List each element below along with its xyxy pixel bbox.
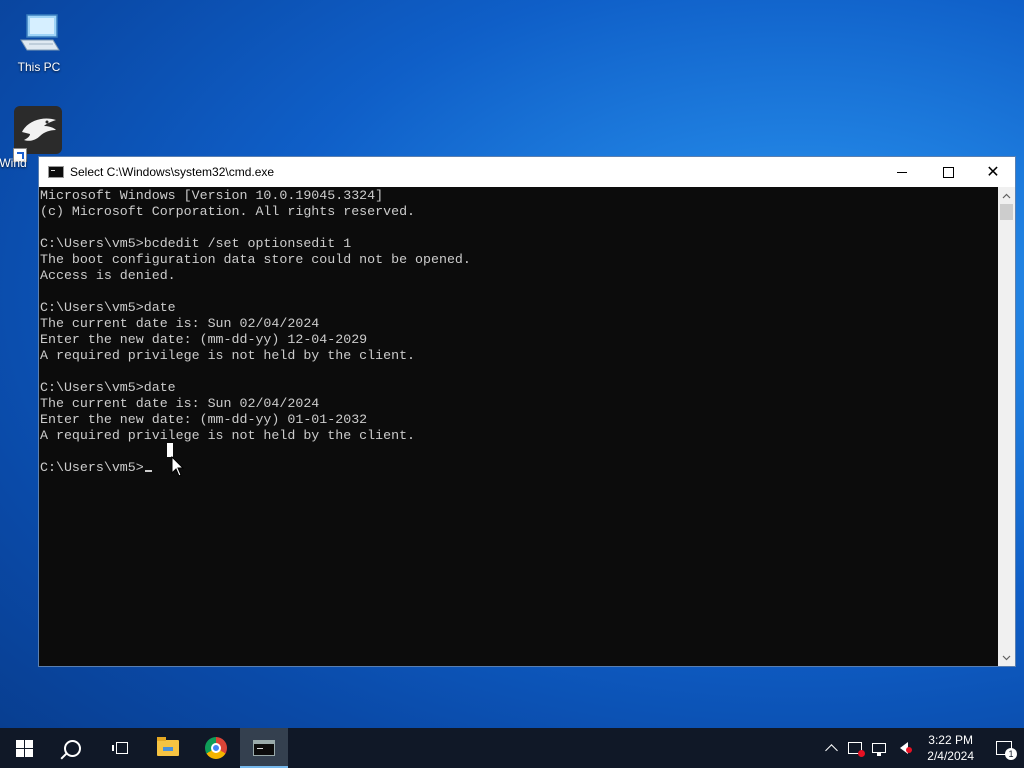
chevron-down-icon bbox=[1002, 655, 1011, 660]
console-line: C:\Users\vm5>date bbox=[40, 380, 176, 395]
close-icon: ✕ bbox=[986, 162, 1000, 181]
mouse-pointer-icon bbox=[171, 456, 185, 477]
vertical-scrollbar[interactable] bbox=[998, 187, 1015, 666]
folder-icon bbox=[157, 737, 179, 756]
cmd-icon bbox=[48, 166, 64, 178]
monitor-icon bbox=[872, 743, 887, 756]
console-line: The current date is: Sun 02/04/2024 bbox=[40, 396, 320, 411]
file-explorer-button[interactable] bbox=[144, 728, 192, 768]
clock-time: 3:22 PM bbox=[928, 733, 973, 747]
console-line: The current date is: Sun 02/04/2024 bbox=[40, 316, 320, 331]
search-button[interactable] bbox=[48, 728, 96, 768]
start-button[interactable] bbox=[0, 728, 48, 768]
console-line: C:\Users\vm5>bcdedit /set optionsedit 1 bbox=[40, 236, 352, 251]
system-tray: 3:22 PM 2/4/2024 1 bbox=[819, 728, 1024, 768]
prompt-text: C:\Users\vm5> bbox=[40, 460, 144, 475]
cmd-window[interactable]: Select C:\Windows\system32\cmd.exe ✕ Mic… bbox=[38, 156, 1016, 667]
taskbar: 3:22 PM 2/4/2024 1 bbox=[0, 728, 1024, 768]
console-line: C:\Users\vm5>date bbox=[40, 300, 176, 315]
computer-icon bbox=[15, 10, 63, 58]
display-button[interactable] bbox=[867, 728, 891, 768]
text-cursor-block bbox=[167, 443, 173, 457]
maximize-button[interactable] bbox=[925, 157, 971, 187]
task-view-icon bbox=[112, 741, 128, 755]
clock[interactable]: 3:22 PM 2/4/2024 bbox=[917, 728, 984, 768]
minimize-icon bbox=[897, 171, 907, 173]
scroll-thumb[interactable] bbox=[1000, 204, 1013, 220]
window-title: Select C:\Windows\system32\cmd.exe bbox=[70, 165, 275, 179]
console-line: Microsoft Windows [Version 10.0.19045.33… bbox=[40, 188, 384, 203]
close-button[interactable]: ✕ bbox=[970, 157, 1016, 187]
cmd-button[interactable] bbox=[240, 728, 288, 768]
notification-count-badge: 1 bbox=[1005, 748, 1017, 760]
volume-button[interactable] bbox=[891, 728, 917, 768]
title-bar[interactable]: Select C:\Windows\system32\cmd.exe ✕ bbox=[39, 157, 1015, 187]
console-line: Access is denied. bbox=[40, 268, 176, 283]
chevron-up-icon bbox=[1002, 193, 1011, 198]
chrome-button[interactable] bbox=[192, 728, 240, 768]
speaker-muted-icon bbox=[900, 742, 913, 754]
cmd-icon bbox=[253, 740, 275, 756]
notification-icon: 1 bbox=[996, 741, 1017, 760]
network-status-button[interactable] bbox=[843, 728, 867, 768]
console-line: A required privilege is not held by the … bbox=[40, 428, 416, 443]
show-hidden-icons-button[interactable] bbox=[819, 728, 843, 768]
network-error-icon bbox=[848, 742, 866, 757]
console-output[interactable]: Microsoft Windows [Version 10.0.19045.33… bbox=[39, 187, 999, 666]
action-center-button[interactable]: 1 bbox=[984, 728, 1024, 768]
scroll-up-button[interactable] bbox=[998, 187, 1015, 204]
maximize-icon bbox=[942, 166, 954, 178]
console-line: (c) Microsoft Corporation. All rights re… bbox=[40, 204, 416, 219]
console-line: Enter the new date: (mm-dd-yy) 01-01-203… bbox=[40, 412, 368, 427]
scroll-down-button[interactable] bbox=[998, 649, 1015, 666]
console-line: A required privilege is not held by the … bbox=[40, 348, 416, 363]
windows-logo-icon bbox=[15, 739, 33, 757]
console-line: Enter the new date: (mm-dd-yy) 12-04-202… bbox=[40, 332, 368, 347]
minimize-button[interactable] bbox=[879, 157, 925, 187]
search-icon bbox=[63, 739, 81, 757]
desktop-icon-this-pc[interactable]: This PC bbox=[3, 10, 75, 74]
eagle-app-icon bbox=[13, 106, 62, 162]
chrome-icon bbox=[205, 737, 227, 759]
desktop-icon-label: This PC bbox=[17, 60, 61, 74]
text-caret bbox=[144, 470, 152, 472]
chevron-up-icon bbox=[824, 744, 838, 757]
desktop-icon-label: Wind bbox=[0, 156, 27, 170]
task-view-button[interactable] bbox=[96, 728, 144, 768]
clock-date: 2/4/2024 bbox=[927, 749, 974, 763]
console-line: The boot configuration data store could … bbox=[40, 252, 471, 267]
